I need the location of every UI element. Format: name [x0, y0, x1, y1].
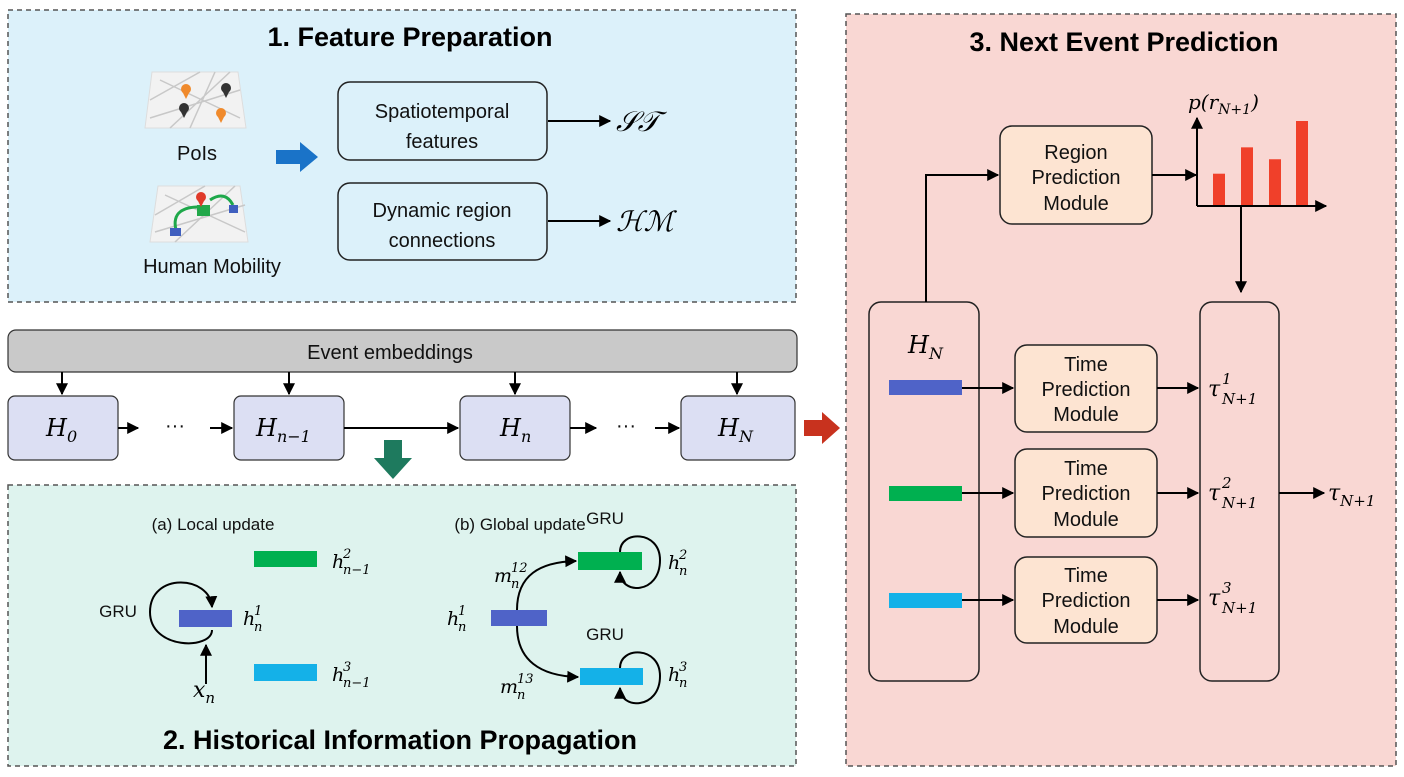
propagation-title: 2. Historical Information Propagation	[163, 725, 637, 755]
svg-text:Time: Time	[1064, 354, 1108, 376]
hidden-state-h-n: Hn	[459, 395, 571, 461]
time-prediction-module-1: Time Prediction Module	[1014, 344, 1158, 433]
region2-bar	[578, 552, 642, 570]
dynamic-region-connections-box: Dynamic region connections	[337, 182, 548, 261]
framework-diagram: 1. Feature Preparation PoIs Human Mobili…	[7, 9, 1397, 767]
ellipsis: ···	[616, 415, 636, 437]
spatiotemporal-features-box: Spatiotemporal features	[337, 81, 548, 161]
hm-output-symbol: ℋℳ	[616, 205, 678, 238]
feature-preparation-title: 1. Feature Preparation	[267, 22, 552, 52]
hidden-state-h0: H0	[7, 395, 119, 461]
region2-bar	[889, 486, 962, 501]
region2-bar	[254, 551, 317, 567]
gru-label: GRU	[586, 509, 624, 528]
probability-bar	[1241, 147, 1253, 206]
probability-bar	[1296, 121, 1308, 206]
region3-bar	[254, 664, 317, 681]
svg-text:Dynamic region: Dynamic region	[373, 200, 512, 222]
next-event-prediction-panel: 3. Next Event Prediction HN Region Predi…	[845, 13, 1397, 767]
svg-text:Module: Module	[1053, 404, 1119, 426]
green-down-arrow-icon	[374, 440, 412, 479]
svg-text:Module: Module	[1053, 616, 1119, 638]
prediction-title: 3. Next Event Prediction	[969, 27, 1278, 57]
event-embeddings-label: Event embeddings	[307, 342, 473, 364]
gru-label: GRU	[586, 625, 624, 644]
human-mobility-map-image	[149, 185, 249, 243]
gru-label: GRU	[99, 602, 137, 621]
historical-propagation-panel: 2. Historical Information Propagation (a…	[7, 484, 797, 767]
human-mobility-label: Human Mobility	[143, 256, 281, 278]
region1-bar	[179, 610, 232, 627]
svg-text:Time: Time	[1064, 565, 1108, 587]
region-prediction-module: Region Prediction Module	[999, 125, 1153, 225]
red-right-arrow-icon	[804, 412, 840, 444]
probability-bar	[1269, 159, 1281, 206]
svg-text:Module: Module	[1043, 193, 1109, 215]
svg-text:Spatiotemporal: Spatiotemporal	[375, 101, 510, 123]
svg-text:connections: connections	[389, 230, 496, 252]
feature-preparation-panel: 1. Feature Preparation PoIs Human Mobili…	[7, 9, 797, 303]
hidden-state-column: HN	[868, 301, 980, 682]
svg-text:Region: Region	[1044, 142, 1107, 164]
svg-text:Module: Module	[1053, 509, 1119, 531]
time-prediction-module-2: Time Prediction Module	[1014, 448, 1158, 538]
svg-text:Time: Time	[1064, 458, 1108, 480]
region1-bar	[491, 610, 547, 626]
time-prediction-module-3: Time Prediction Module	[1014, 556, 1158, 644]
poi-map-image	[144, 71, 247, 129]
global-update-title: (b) Global update	[454, 515, 585, 534]
svg-text:Prediction: Prediction	[1032, 167, 1121, 189]
event-sequence: Event embeddings H0 Hn−1 Hn HN ··· ···	[7, 329, 840, 479]
svg-text:Prediction: Prediction	[1042, 483, 1131, 505]
hidden-state-h-N: HN	[680, 395, 796, 461]
region3-bar	[889, 593, 962, 608]
region1-bar	[889, 380, 962, 395]
hidden-state-h-n-minus-1: Hn−1	[233, 395, 345, 461]
svg-text:features: features	[406, 131, 478, 153]
time-output-column: τ 1 N+1 τ 2 N+1 τ 3 N+1	[1199, 301, 1280, 682]
region3-bar	[580, 668, 643, 685]
pois-label: PoIs	[177, 143, 217, 165]
local-update-title: (a) Local update	[152, 515, 275, 534]
ellipsis: ···	[165, 415, 185, 437]
probability-bar	[1213, 173, 1225, 206]
svg-text:Prediction: Prediction	[1042, 590, 1131, 612]
svg-text:Prediction: Prediction	[1042, 379, 1131, 401]
